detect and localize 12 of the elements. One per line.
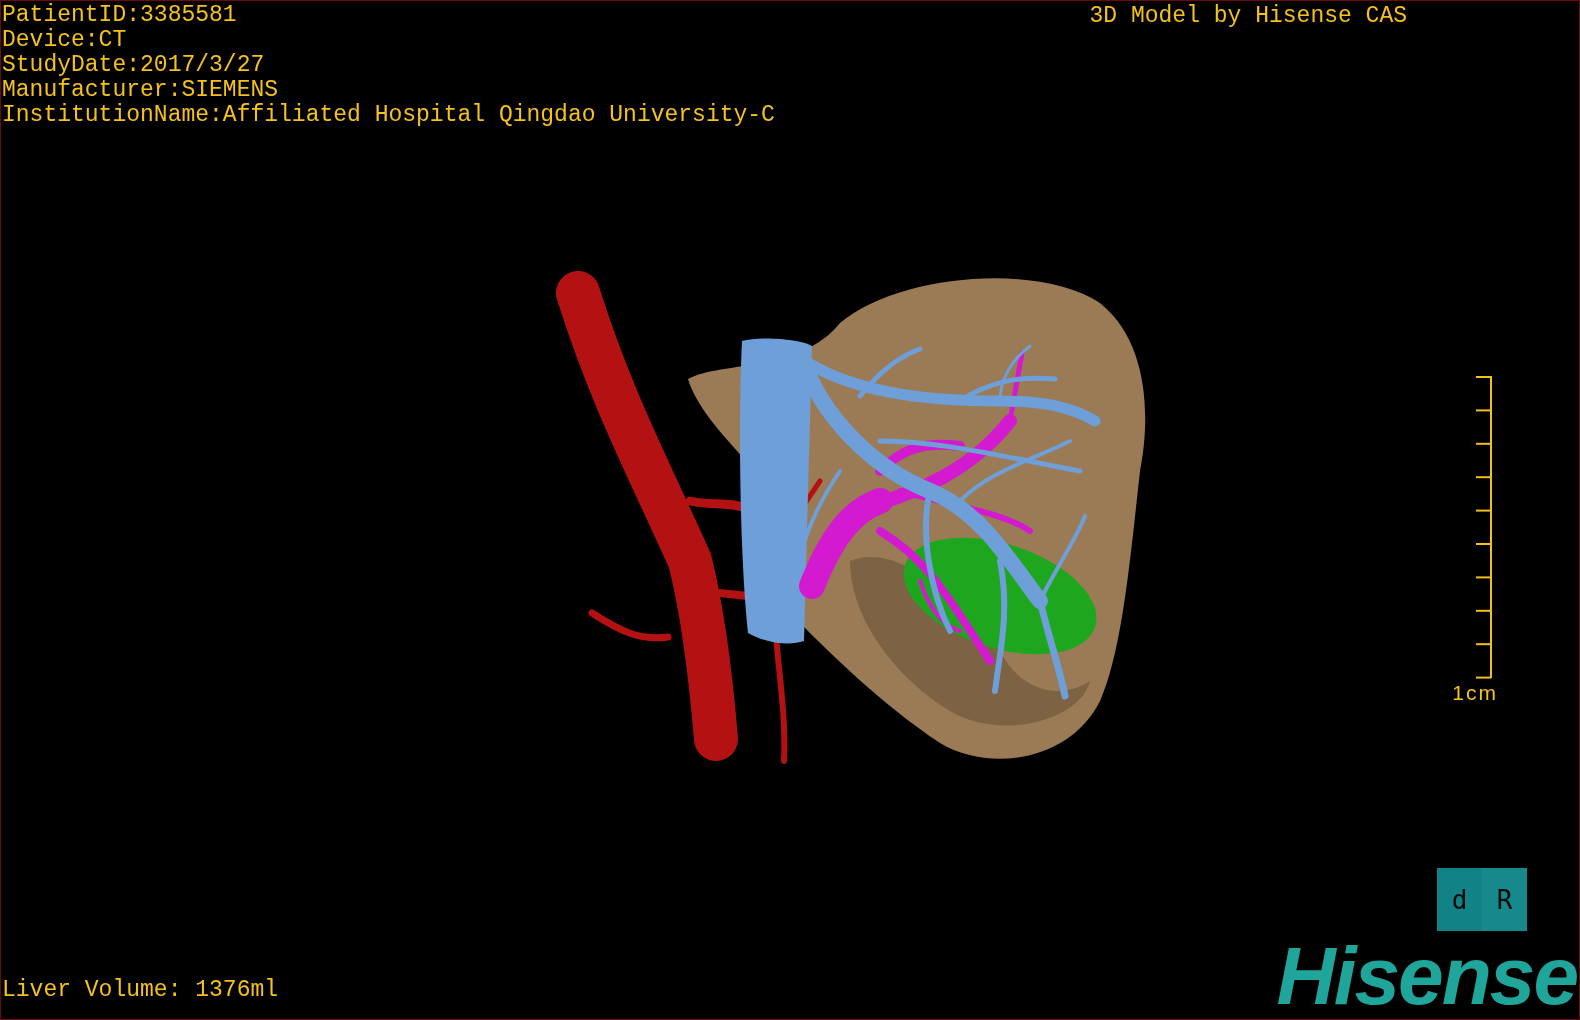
patient-info-line: InstitutionName:Affiliated Hospital Qingdao University-C: [2, 103, 775, 128]
cube-face-letter: R: [1482, 868, 1527, 931]
cube-face-letter: d: [1450, 883, 1469, 917]
brand-logo: Hisense: [1276, 943, 1577, 1009]
orientation-cube[interactable]: d R: [1437, 868, 1527, 931]
patient-info-line: Manufacturer:SIEMENS: [2, 78, 280, 103]
liver-volume: Liver Volume: 1376ml: [1, 978, 279, 1005]
scale-label: 1cm: [1452, 682, 1498, 704]
model-credit: 3D Model by Hisense CAS: [1089, 2, 1407, 29]
patient-info-line: StudyDate:2017/3/27: [2, 53, 266, 78]
patient-info-line: PatientID:3385581: [2, 3, 238, 28]
patient-info-line: Device:CT: [2, 28, 128, 53]
